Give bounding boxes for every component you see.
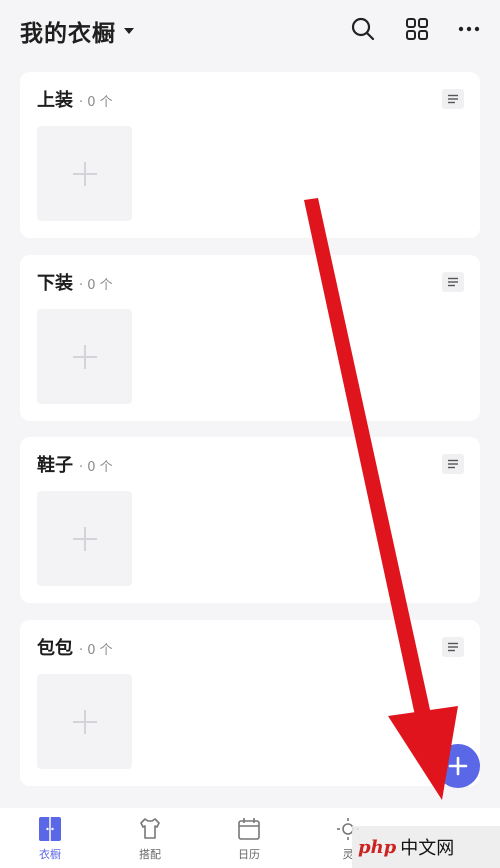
- category-name: 包包: [37, 638, 73, 659]
- grid-view-button[interactable]: [402, 14, 432, 44]
- tab-label: 衣橱: [39, 848, 61, 861]
- header: 我的衣橱: [0, 0, 500, 60]
- category-count: · 0 个: [79, 643, 113, 658]
- tab-calendar[interactable]: 日历: [219, 816, 279, 862]
- tab-wardrobe[interactable]: 衣橱: [20, 816, 80, 862]
- list-icon: [448, 277, 458, 287]
- add-clothing-fab[interactable]: [436, 744, 480, 788]
- search-button[interactable]: [348, 14, 378, 44]
- plus-icon: [72, 526, 97, 551]
- category-name: 下装: [37, 273, 73, 294]
- category-count: · 0 个: [79, 460, 113, 475]
- category-card-bags: 包包 · 0 个: [20, 620, 480, 786]
- category-count: · 0 个: [79, 278, 113, 293]
- calendar-icon: [238, 818, 260, 840]
- list-icon: [448, 459, 458, 469]
- add-item-tile[interactable]: [37, 674, 132, 769]
- wardrobe-icon: [39, 817, 61, 841]
- plus-icon: [72, 344, 97, 369]
- category-card-bottoms: 下装 · 0 个: [20, 255, 480, 421]
- list-icon: [448, 94, 458, 104]
- grid-icon: [406, 18, 428, 40]
- watermark-text: 中文网: [400, 838, 455, 859]
- sort-button[interactable]: [442, 454, 464, 474]
- page-title: 我的衣橱: [20, 21, 116, 47]
- search-icon: [351, 17, 375, 41]
- add-item-tile[interactable]: [37, 309, 132, 404]
- category-count: · 0 个: [79, 95, 113, 110]
- category-card-shoes: 鞋子 · 0 个: [20, 437, 480, 603]
- plus-icon: [448, 756, 468, 776]
- tab-label: 日历: [238, 848, 260, 861]
- more-button[interactable]: [454, 14, 484, 44]
- more-icon: [458, 26, 480, 32]
- sort-button[interactable]: [442, 637, 464, 657]
- outfit-icon: [140, 818, 160, 839]
- list-icon: [448, 642, 458, 652]
- category-name: 上装: [37, 90, 73, 111]
- wardrobe-selector[interactable]: 我的衣橱: [20, 14, 134, 48]
- sort-button[interactable]: [442, 89, 464, 109]
- watermark-brand: php: [358, 836, 397, 858]
- category-name: 鞋子: [37, 455, 73, 476]
- caret-down-icon: [124, 28, 134, 34]
- category-card-tops: 上装 · 0 个: [20, 72, 480, 238]
- plus-icon: [72, 161, 97, 186]
- add-item-tile[interactable]: [37, 126, 132, 221]
- add-item-tile[interactable]: [37, 491, 132, 586]
- watermark: php 中文网: [352, 826, 500, 868]
- tab-label: 搭配: [139, 848, 161, 861]
- tab-outfits[interactable]: 搭配: [120, 816, 180, 862]
- sort-button[interactable]: [442, 272, 464, 292]
- plus-icon: [72, 709, 97, 734]
